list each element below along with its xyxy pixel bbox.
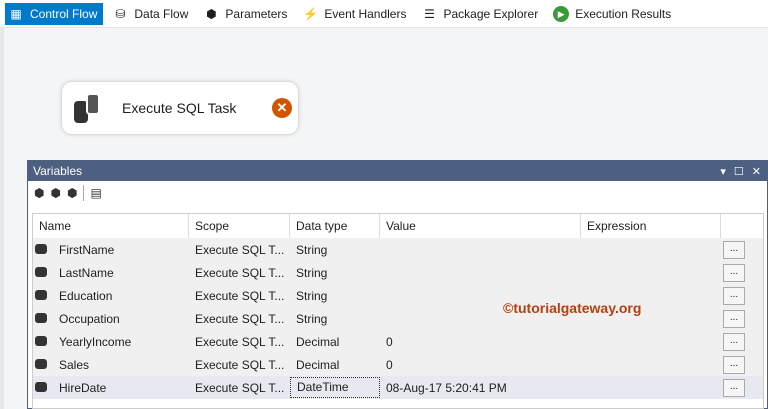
cell-name[interactable]: HireDate bbox=[53, 381, 189, 395]
task-label: Execute SQL Task bbox=[122, 100, 237, 116]
expression-builder-button[interactable]: ... bbox=[723, 240, 745, 259]
cell-data-type[interactable]: Decimal bbox=[290, 358, 380, 372]
designer-tabs: ▦ Control Flow ⛁ Data Flow ⬢ Parameters ⚡ Ev… bbox=[0, 0, 768, 28]
cell-scope: Execute SQL T... bbox=[195, 242, 285, 257]
variable-icon bbox=[33, 381, 53, 395]
cell-name[interactable]: FirstName bbox=[53, 243, 189, 257]
cell-scope: Execute SQL T... bbox=[195, 265, 285, 280]
cell-data-type[interactable]: String bbox=[290, 266, 380, 280]
cell-name[interactable]: Education bbox=[53, 289, 189, 303]
tab-parameters[interactable]: ⬢ Parameters bbox=[200, 3, 293, 25]
cell-scope: Execute SQL T... bbox=[195, 334, 285, 349]
col-scope[interactable]: Scope bbox=[189, 214, 290, 238]
cell-data-type[interactable]: String bbox=[290, 312, 380, 326]
grid-header: Name Scope Data type Value Expression bbox=[33, 214, 763, 238]
cell-scope: Execute SQL T... bbox=[195, 357, 285, 372]
tab-package-explorer[interactable]: ☰ Package Explorer bbox=[418, 3, 544, 25]
watermark: ©tutorialgateway.org bbox=[503, 300, 642, 316]
execution-results-icon: ▶ bbox=[553, 5, 570, 22]
cell-data-type[interactable]: Decimal bbox=[290, 335, 380, 349]
tab-control-flow[interactable]: ▦ Control Flow bbox=[5, 2, 104, 25]
cell-name[interactable]: YearlyIncome bbox=[53, 335, 189, 349]
table-row[interactable]: Education Execute SQL T... String ... bbox=[33, 284, 763, 307]
table-row[interactable]: FirstName Execute SQL T... String ... bbox=[33, 238, 763, 261]
maximize-icon[interactable]: ☐ bbox=[734, 165, 744, 178]
add-variable-icon[interactable]: ⬢ bbox=[34, 186, 44, 200]
error-icon[interactable]: ✕ bbox=[272, 98, 292, 118]
variable-icon bbox=[33, 243, 53, 257]
execute-sql-task[interactable]: Execute SQL Task ✕ bbox=[62, 82, 298, 134]
tab-data-flow[interactable]: ⛁ Data Flow bbox=[109, 3, 194, 25]
cell-data-type[interactable]: String bbox=[290, 243, 380, 257]
dropdown-icon[interactable]: ▾ bbox=[720, 165, 726, 178]
table-row[interactable]: LastName Execute SQL T... String ... bbox=[33, 261, 763, 284]
cell-data-type[interactable]: String bbox=[290, 289, 380, 303]
col-value[interactable]: Value bbox=[380, 214, 581, 238]
variable-icon bbox=[33, 335, 53, 349]
expression-builder-button[interactable]: ... bbox=[723, 263, 745, 282]
control-flow-icon: ▦ bbox=[10, 6, 22, 21]
cell-scope: Execute SQL T... bbox=[195, 288, 285, 303]
panel-title-bar: Variables ▾ ☐ ✕ bbox=[28, 161, 767, 181]
cell-name[interactable]: Occupation bbox=[53, 312, 189, 326]
cell-name[interactable]: LastName bbox=[53, 266, 189, 280]
table-row[interactable]: Sales Execute SQL T... Decimal 0 ... bbox=[33, 353, 763, 376]
grid-options-icon[interactable]: ▤ bbox=[90, 186, 101, 200]
expression-builder-button[interactable]: ... bbox=[723, 355, 745, 374]
col-name[interactable]: Name bbox=[33, 214, 189, 238]
variable-icon bbox=[33, 266, 53, 280]
move-variable-icon[interactable]: ⬢ bbox=[50, 186, 60, 200]
cell-scope: Execute SQL T... bbox=[195, 380, 285, 395]
expression-builder-button[interactable]: ... bbox=[723, 286, 745, 305]
expression-builder-button[interactable]: ... bbox=[723, 309, 745, 328]
sql-task-icon bbox=[70, 91, 104, 125]
col-data-type[interactable]: Data type bbox=[290, 214, 380, 238]
cell-name[interactable]: Sales bbox=[53, 358, 189, 372]
cell-scope: Execute SQL T... bbox=[195, 311, 285, 326]
package-explorer-icon: ☰ bbox=[424, 6, 435, 21]
table-row[interactable]: Occupation Execute SQL T... String ... bbox=[33, 307, 763, 330]
cell-value[interactable]: 0 bbox=[380, 358, 581, 372]
variables-panel: Variables ▾ ☐ ✕ ⬢ ⬢ ⬢ ▤ Name Scope Data ty… bbox=[27, 160, 768, 409]
col-expression[interactable]: Expression bbox=[581, 214, 721, 238]
variable-icon bbox=[33, 289, 53, 303]
table-row[interactable]: YearlyIncome Execute SQL T... Decimal 0 … bbox=[33, 330, 763, 353]
left-border bbox=[0, 28, 4, 409]
cell-value[interactable]: 0 bbox=[380, 335, 581, 349]
variables-toolbar: ⬢ ⬢ ⬢ ▤ bbox=[28, 181, 767, 205]
close-icon[interactable]: ✕ bbox=[752, 165, 761, 178]
cell-data-type[interactable]: DateTime bbox=[290, 377, 380, 398]
data-flow-icon: ⛁ bbox=[115, 6, 126, 21]
variable-icon bbox=[33, 312, 53, 326]
table-row[interactable]: HireDate Execute SQL T... DateTime 08-Au… bbox=[33, 376, 763, 399]
cell-value[interactable]: 08-Aug-17 5:20:41 PM bbox=[380, 381, 581, 395]
divider bbox=[83, 185, 85, 201]
variable-icon bbox=[33, 358, 53, 372]
tab-execution-results[interactable]: ▶ Execution Results bbox=[550, 3, 677, 25]
expression-builder-button[interactable]: ... bbox=[723, 378, 745, 397]
parameters-icon: ⬢ bbox=[206, 6, 217, 21]
event-handlers-icon: ⚡ bbox=[302, 6, 318, 21]
expression-builder-button[interactable]: ... bbox=[723, 332, 745, 351]
delete-variable-icon[interactable]: ⬢ bbox=[67, 186, 77, 200]
variables-grid: Name Scope Data type Value Expression Fi… bbox=[32, 213, 764, 409]
tab-event-handlers[interactable]: ⚡ Event Handlers bbox=[299, 3, 412, 25]
